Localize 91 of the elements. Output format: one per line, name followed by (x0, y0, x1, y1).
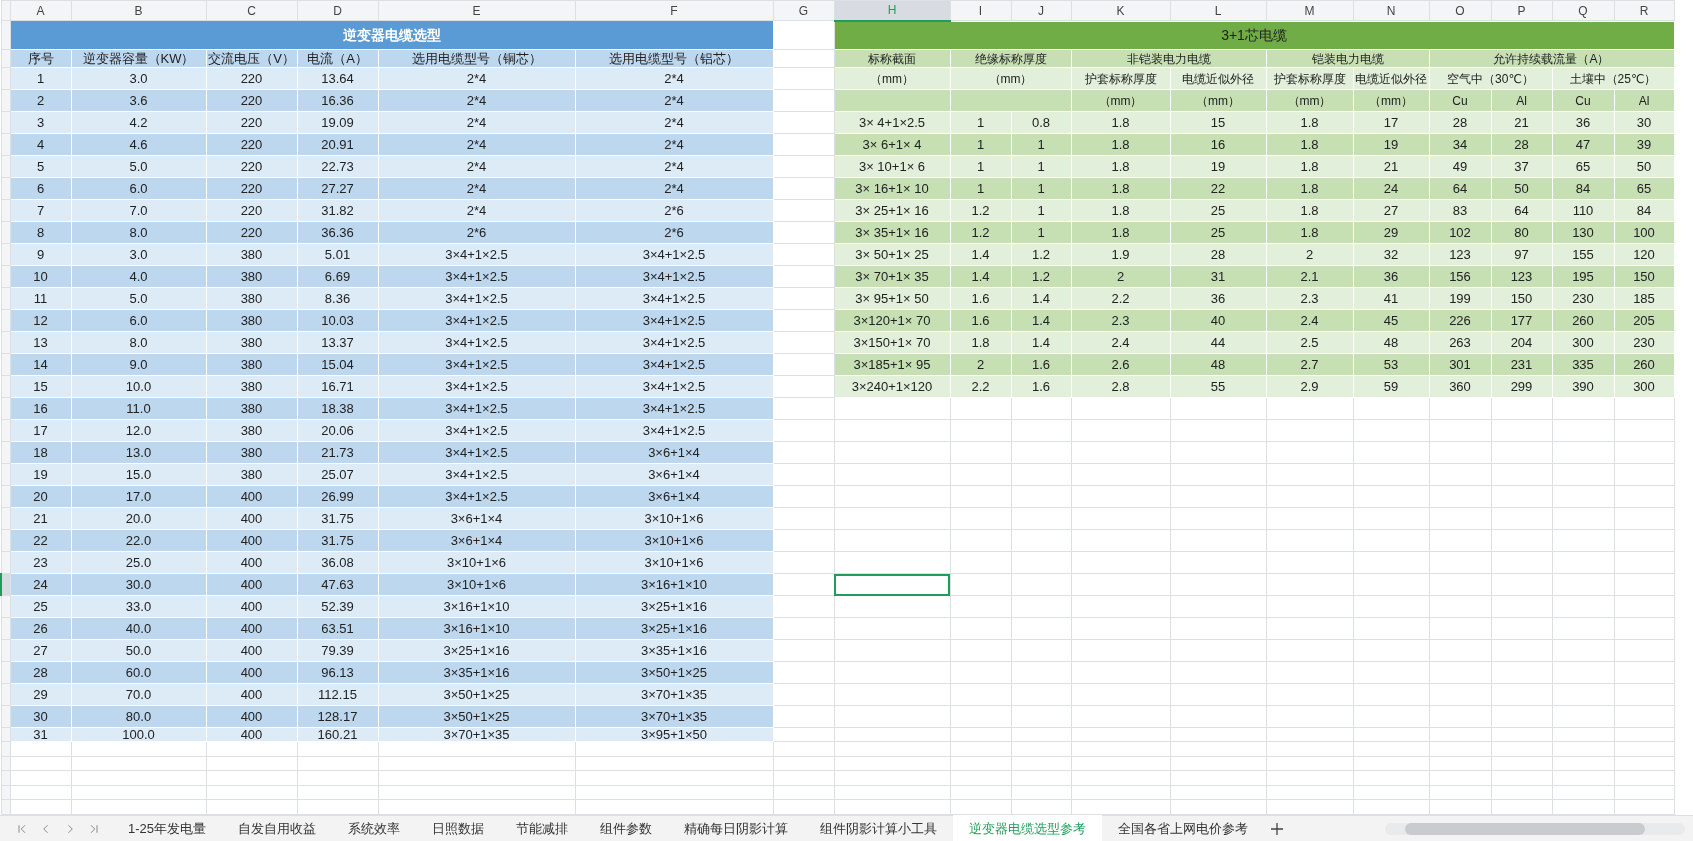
table-cell: 3×25+1×16 (378, 639, 575, 662)
sheet-tab[interactable]: 逆变器电缆选型参考 (953, 815, 1103, 841)
table-cell: 3×4+1×2.5 (378, 375, 575, 398)
table-cell: 3×4+1×2.5 (575, 375, 773, 398)
table-cell: 2*4 (575, 133, 773, 156)
table-cell: 3×10+1×6 (575, 529, 773, 552)
table-cell: 3×25+1×16 (575, 617, 773, 640)
column-header[interactable]: K (1071, 0, 1170, 21)
sheet-tab[interactable]: 日照数据 (416, 815, 501, 841)
table-cell: 3×4+1×2.5 (378, 441, 575, 464)
table-cell: 3×4+1×2.5 (378, 265, 575, 288)
table-cell: 3×4+1×2.5 (378, 309, 575, 332)
table-cell: 2*4 (575, 177, 773, 200)
table-cell: 3×10+1×6 (575, 507, 773, 530)
column-header[interactable]: G (773, 0, 834, 21)
table-cell: 3×4+1×2.5 (378, 353, 575, 376)
table-cell: 2*4 (575, 111, 773, 134)
sheet-tab[interactable]: 自发自用收益 (222, 815, 333, 841)
table-cell: 2*4 (378, 111, 575, 134)
column-header[interactable]: I (950, 0, 1011, 21)
table-cell: 3×4+1×2.5 (378, 397, 575, 420)
column-header[interactable]: D (297, 0, 378, 21)
column-header[interactable]: J (1011, 0, 1071, 21)
table-cell: 3×4+1×2.5 (575, 265, 773, 288)
horizontal-scrollbar[interactable] (1385, 822, 1685, 835)
table-cell: 2*4 (575, 67, 773, 90)
column-header[interactable]: C (206, 0, 297, 21)
table-cell: 3×16+1×10 (378, 595, 575, 618)
table-cell: 2*6 (378, 221, 575, 244)
table-title: 逆变器电缆选型 (10, 20, 773, 50)
column-header[interactable]: L (1170, 0, 1266, 21)
table-cell: 2*4 (378, 155, 575, 178)
column-header[interactable]: M (1266, 0, 1353, 21)
column-header[interactable]: B (71, 0, 206, 21)
table-cell: 2*4 (575, 89, 773, 112)
table-cell: 3×4+1×2.5 (378, 331, 575, 354)
table-cell: 3×4+1×2.5 (575, 331, 773, 354)
table-cell: 3×6+1×4 (378, 529, 575, 552)
table-cell: 3×16+1×10 (378, 617, 575, 640)
table-cell: 3×16+1×10 (575, 573, 773, 596)
table-cell: 3×35+1×16 (575, 639, 773, 662)
column-header[interactable]: N (1353, 0, 1429, 21)
table-cell: 3×70+1×35 (575, 705, 773, 728)
table-cell: 2*4 (378, 89, 575, 112)
sheet-tab[interactable]: 组件阴影计算小工具 (804, 815, 954, 841)
table-cell: 2*4 (378, 199, 575, 222)
table-cell: 2*4 (378, 177, 575, 200)
table-cell: 3×6+1×4 (575, 463, 773, 486)
column-header[interactable]: Q (1552, 0, 1614, 21)
table-cell: 2*4 (378, 133, 575, 156)
table-cell: 3×70+1×35 (575, 683, 773, 706)
sheet-tab[interactable]: 系统效率 (332, 815, 417, 841)
sheet-tab[interactable]: 组件参数 (584, 815, 669, 841)
table-cell: 3×4+1×2.5 (575, 309, 773, 332)
column-header[interactable]: O (1429, 0, 1491, 21)
table-cell: 3×35+1×16 (378, 661, 575, 684)
table-cell: 3×4+1×2.5 (575, 353, 773, 376)
table-cell: 2*4 (378, 67, 575, 90)
table-cell: 3×50+1×25 (575, 661, 773, 684)
column-header[interactable]: R (1614, 0, 1674, 21)
table-cell: 3×10+1×6 (378, 551, 575, 574)
table-cell: 3×4+1×2.5 (575, 397, 773, 420)
table-cell: 3×4+1×2.5 (378, 243, 575, 266)
table-cell: 3×50+1×25 (378, 705, 575, 728)
sheet-tab[interactable]: 1-25年发电量 (112, 815, 223, 841)
table-cell: 2*4 (575, 155, 773, 178)
table-cell: 3×6+1×4 (575, 485, 773, 508)
table-cell: 3×4+1×2.5 (378, 419, 575, 442)
table-cell: 3×6+1×4 (575, 441, 773, 464)
table-cell: 3×4+1×2.5 (378, 485, 575, 508)
sheet-tab[interactable]: 全国各省上网电价参考 (1102, 815, 1265, 841)
table-title: 3+1芯电缆 (834, 20, 1674, 50)
table-cell: 3×4+1×2.5 (575, 287, 773, 310)
table-cell: 3×25+1×16 (575, 595, 773, 618)
sheet-tab[interactable]: 精确每日阴影计算 (668, 815, 805, 841)
column-header[interactable]: E (378, 0, 575, 21)
table-cell: 3×6+1×4 (378, 507, 575, 530)
table-cell: 3×10+1×6 (575, 551, 773, 574)
column-header[interactable]: A (10, 0, 71, 21)
table-cell: 3×50+1×25 (378, 683, 575, 706)
selected-cell[interactable] (834, 573, 950, 596)
column-header[interactable]: F (575, 0, 773, 21)
table-cell: 3×4+1×2.5 (575, 419, 773, 442)
table-cell: 2*6 (575, 221, 773, 244)
table-cell: 3×10+1×6 (378, 573, 575, 596)
table-cell: 3×4+1×2.5 (575, 243, 773, 266)
table-cell: 3×4+1×2.5 (378, 463, 575, 486)
column-header[interactable]: P (1491, 0, 1552, 21)
table-cell: 2*6 (575, 199, 773, 222)
table-cell: 3×4+1×2.5 (378, 287, 575, 310)
sheet-tab[interactable]: 节能减排 (500, 815, 585, 841)
